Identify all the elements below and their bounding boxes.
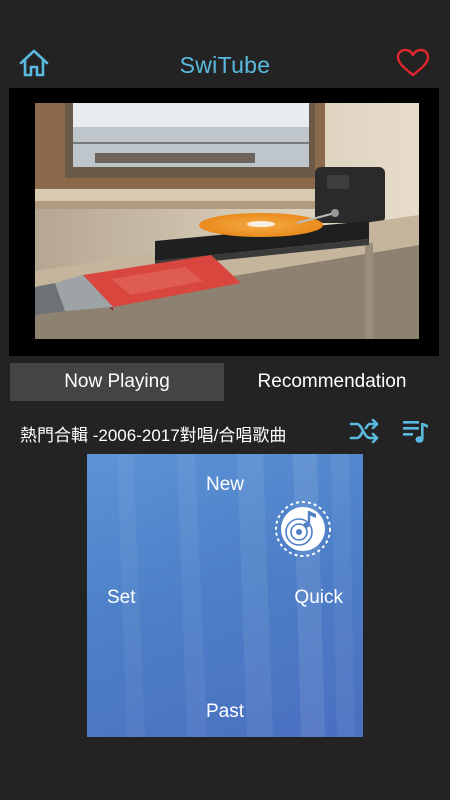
tab-bar: Now Playing Recommendation [10, 363, 440, 401]
playlist-icon [403, 421, 428, 443]
top-bar: SwiTube [0, 40, 450, 88]
vinyl-record-icon [275, 501, 331, 557]
app-title: SwiTube [179, 52, 271, 78]
playlist-title: 熱門合輯 -2006-2017對唱/合唱歌曲 [20, 426, 287, 445]
tab-recommendation[interactable]: Recommendation [224, 363, 440, 401]
video-thumbnail [35, 103, 419, 339]
favorite-button[interactable] [394, 46, 432, 80]
heart-icon [396, 48, 430, 77]
menu-quick[interactable]: Quick [294, 587, 343, 609]
vinyl-button[interactable] [273, 499, 333, 559]
shuffle-button[interactable] [348, 416, 382, 446]
shuffle-icon [349, 418, 379, 444]
menu-new[interactable]: New [87, 474, 363, 496]
tab-now-playing[interactable]: Now Playing [10, 363, 224, 401]
quick-menu-panel: New Set Quick Past [87, 454, 363, 737]
menu-set[interactable]: Set [107, 587, 136, 609]
menu-past[interactable]: Past [87, 701, 363, 723]
playlist-header: 熱門合輯 -2006-2017對唱/合唱歌曲 [0, 412, 450, 448]
video-player[interactable] [9, 88, 439, 356]
queue-button[interactable] [398, 415, 432, 447]
